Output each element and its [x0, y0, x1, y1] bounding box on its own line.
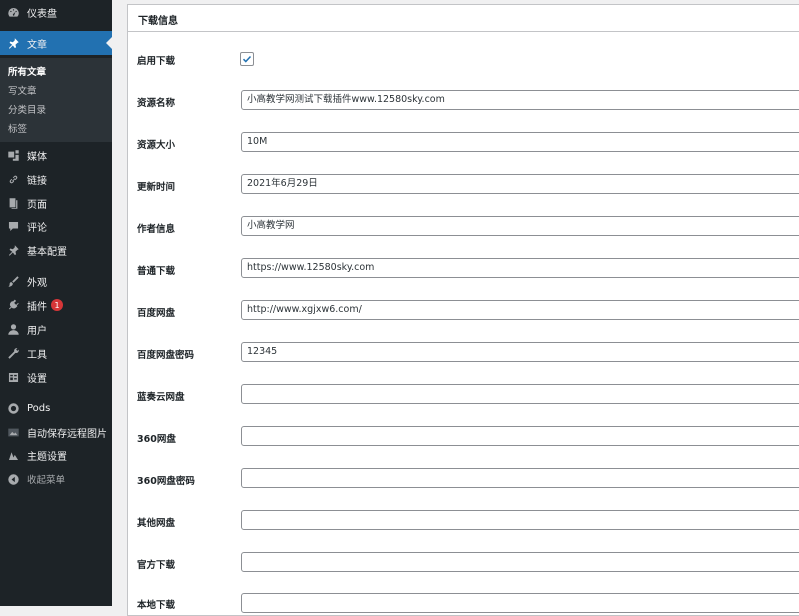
enable-download-checkbox[interactable]: [240, 52, 254, 66]
download-info-panel: 下载信息 启用下载 资源名称 小高教学网测试下载插件www.12580sky.c…: [127, 4, 799, 616]
field-label: 本地下载: [137, 600, 176, 611]
author-info-input[interactable]: 小高教学网: [241, 216, 799, 236]
menu-label: 页面: [27, 199, 47, 211]
posts-submenu: 所有文章 写文章 分类目录 标签: [0, 58, 112, 142]
menu-tools[interactable]: 工具: [0, 341, 112, 365]
menu-label: 设置: [27, 373, 47, 385]
field-label: 蓝奏云网盘: [137, 392, 185, 403]
pin-icon: [6, 243, 20, 257]
comment-icon: [6, 219, 20, 233]
image-icon: [6, 425, 20, 439]
menu-theme-settings[interactable]: 主题设置: [0, 443, 112, 467]
submenu-new-post[interactable]: 写文章: [8, 83, 37, 97]
resource-name-input[interactable]: 小高教学网测试下载插件www.12580sky.com: [241, 90, 799, 110]
menu-settings[interactable]: 设置: [0, 365, 112, 389]
official-download-input[interactable]: [241, 552, 799, 572]
field-label: 360网盘密码: [137, 476, 195, 487]
menu-auto-save-images[interactable]: 自动保存远程图片: [0, 420, 112, 444]
panel-title: 下载信息: [138, 16, 178, 27]
netdisk-360-input[interactable]: [241, 426, 799, 446]
menu-label: 基本配置: [27, 246, 67, 258]
menu-links[interactable]: 链接: [0, 167, 112, 191]
update-count-badge: 1: [51, 299, 63, 311]
menu-comments[interactable]: 评论: [0, 214, 112, 238]
baidu-netdisk-input[interactable]: http://www.xgjxw6.com/: [241, 300, 799, 320]
field-label: 百度网盘: [137, 308, 176, 319]
menu-label: 收起菜单: [27, 475, 66, 486]
update-time-input[interactable]: 2021年6月29日: [241, 174, 799, 194]
other-netdisk-input[interactable]: [241, 510, 799, 530]
admin-sidebar: 仪表盘 文章 所有文章 写文章 分类目录 标签 媒体 链接 页面 评论 基本配置…: [0, 0, 112, 606]
menu-label: Pods: [27, 402, 51, 414]
field-label: 普通下载: [137, 266, 176, 277]
settings-icon: [6, 370, 20, 384]
menu-label: 自动保存远程图片: [27, 428, 107, 440]
field-label: 作者信息: [137, 224, 176, 235]
menu-label: 评论: [27, 222, 47, 234]
check-icon: [242, 55, 252, 63]
menu-label: 工具: [27, 349, 47, 361]
resource-size-input[interactable]: 10M: [241, 132, 799, 152]
field-label: 其他网盘: [137, 518, 176, 529]
submenu-categories[interactable]: 分类目录: [8, 102, 46, 116]
pin-icon: [6, 36, 20, 50]
menu-label: 链接: [27, 175, 47, 187]
plugin-icon: [6, 298, 20, 312]
page-icon: [6, 196, 20, 210]
menu-posts[interactable]: 文章: [0, 31, 112, 55]
panel-header: 下载信息: [128, 5, 799, 32]
menu-media[interactable]: 媒体: [0, 143, 112, 167]
enable-download-label: 启用下载: [137, 56, 176, 67]
normal-download-input[interactable]: https://www.12580sky.com: [241, 258, 799, 278]
menu-basic-config[interactable]: 基本配置: [0, 238, 112, 262]
baidu-password-input[interactable]: 12345: [241, 342, 799, 362]
menu-label: 媒体: [27, 151, 47, 163]
menu-label: 用户: [27, 325, 47, 337]
submenu-tags[interactable]: 标签: [8, 121, 27, 135]
menu-collapse[interactable]: 收起菜单: [0, 467, 112, 491]
dashboard-icon: [6, 5, 20, 19]
user-icon: [6, 322, 20, 336]
collapse-arrow-icon: [6, 472, 20, 486]
field-label: 资源名称: [137, 98, 176, 109]
wrench-icon: [6, 346, 20, 360]
media-icon: [6, 148, 20, 162]
menu-dashboard[interactable]: 仪表盘: [0, 0, 112, 24]
menu-label: 仪表盘: [27, 8, 57, 20]
menu-label: 插件: [27, 301, 47, 313]
submenu-all-posts[interactable]: 所有文章: [8, 64, 46, 78]
field-label: 百度网盘密码: [137, 350, 195, 361]
link-icon: [6, 172, 20, 186]
menu-plugins[interactable]: 插件 1: [0, 293, 112, 317]
netdisk-360-password-input[interactable]: [241, 468, 799, 488]
theme-icon: [6, 448, 20, 462]
lanzou-netdisk-input[interactable]: [241, 384, 799, 404]
field-label: 官方下载: [137, 560, 176, 571]
field-label: 360网盘: [137, 434, 176, 445]
menu-label: 文章: [27, 39, 47, 51]
field-label: 资源大小: [137, 140, 176, 151]
menu-pods[interactable]: Pods: [0, 396, 112, 420]
menu-label: 外观: [27, 277, 47, 289]
menu-pages[interactable]: 页面: [0, 191, 112, 215]
local-download-input[interactable]: [241, 593, 799, 613]
field-label: 更新时间: [137, 182, 176, 193]
menu-users[interactable]: 用户: [0, 317, 112, 341]
menu-appearance[interactable]: 外观: [0, 269, 112, 293]
active-indicator: [106, 37, 112, 49]
menu-label: 主题设置: [27, 451, 67, 463]
paintbrush-icon: [6, 274, 20, 288]
pods-icon: [6, 401, 20, 415]
